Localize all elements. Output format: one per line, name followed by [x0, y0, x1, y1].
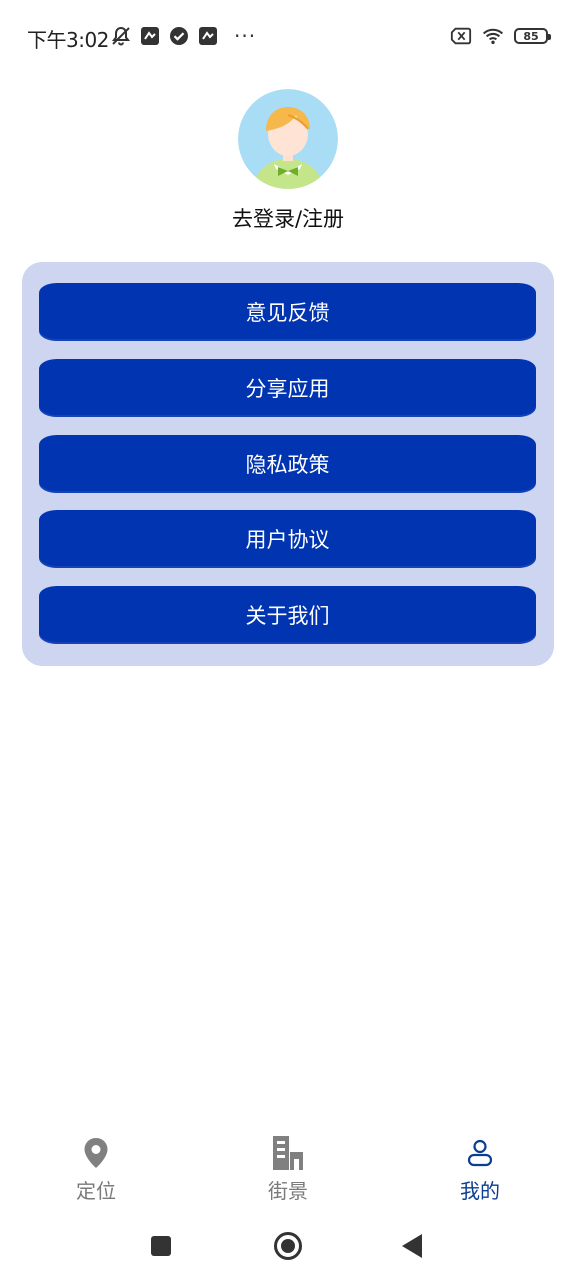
street-view-icon — [268, 1134, 308, 1172]
tab-location[interactable]: 定位 — [36, 1120, 156, 1204]
location-pin-icon — [76, 1134, 116, 1172]
person-icon — [460, 1134, 500, 1172]
status-time: 下午3:02 — [27, 28, 109, 52]
check-circle-icon — [168, 25, 190, 47]
about-us-button[interactable]: 关于我们 — [39, 586, 536, 644]
more-notifications-icon: ··· — [234, 24, 257, 48]
tab-location-label: 定位 — [76, 1179, 116, 1203]
share-app-button[interactable]: 分享应用 — [39, 359, 536, 417]
user-avatar[interactable] — [238, 89, 338, 189]
status-icons-left: ··· — [110, 24, 256, 48]
app-notification-icon — [139, 25, 161, 47]
status-bar: 下午3:02 ··· 85 — [0, 0, 576, 72]
battery-indicator: 85 — [514, 28, 551, 44]
back-icon[interactable] — [396, 1230, 428, 1262]
bell-off-icon — [110, 25, 132, 47]
tab-mine-label: 我的 — [460, 1179, 500, 1203]
user-agreement-button[interactable]: 用户协议 — [39, 510, 536, 568]
home-icon[interactable] — [272, 1230, 304, 1262]
system-navigation-bar — [0, 1214, 576, 1276]
wifi-icon — [482, 25, 504, 47]
feedback-button[interactable]: 意见反馈 — [39, 283, 536, 341]
login-register-link[interactable]: 去登录/注册 — [0, 203, 576, 233]
avatar-illustration-icon — [238, 89, 338, 189]
recent-apps-icon[interactable] — [145, 1230, 177, 1262]
sim-off-icon — [450, 25, 472, 47]
tab-street-view-label: 街景 — [268, 1179, 308, 1203]
status-icons-right: 85 — [450, 24, 551, 48]
privacy-policy-button[interactable]: 隐私政策 — [39, 435, 536, 493]
tab-mine[interactable]: 我的 — [420, 1120, 540, 1204]
bottom-navigation: 定位 街景 我的 — [0, 1120, 576, 1210]
tab-street-view[interactable]: 街景 — [228, 1120, 348, 1204]
menu-card: 意见反馈 分享应用 隐私政策 用户协议 关于我们 — [22, 262, 554, 666]
app-notification-icon — [197, 25, 219, 47]
